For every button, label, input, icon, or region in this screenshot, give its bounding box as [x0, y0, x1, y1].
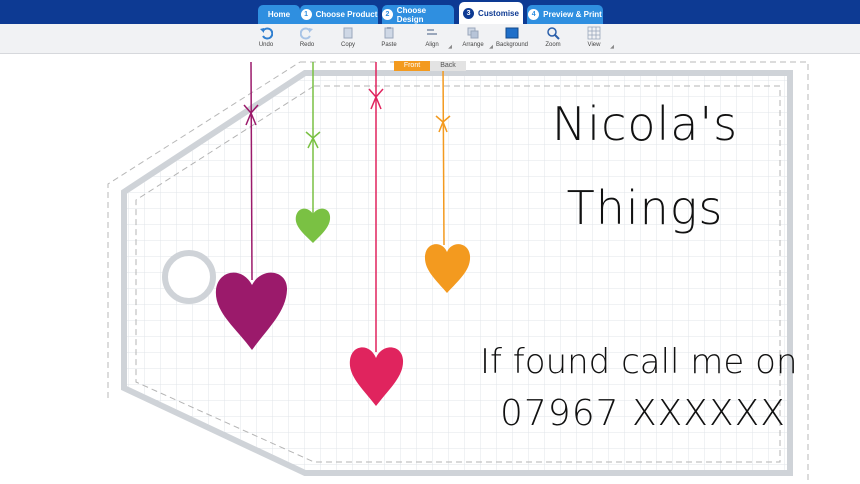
tab-choose-design-label: Choose Design	[396, 5, 427, 24]
background-button[interactable]: Background	[492, 26, 532, 52]
redo-icon	[300, 27, 313, 40]
zoom-button[interactable]: Zoom	[533, 26, 573, 52]
editor-toolbar: Undo Redo Copy Paste Align ◢ Arrange ◢ B…	[0, 24, 860, 54]
tab-customise-label: Customise	[478, 8, 519, 18]
tab-preview-print-label: Preview & Print	[543, 10, 602, 19]
redo-button[interactable]: Redo	[287, 26, 327, 52]
step-number-badge: 3	[463, 7, 475, 19]
tab-choose-product-label: Choose Product	[315, 10, 378, 19]
background-icon	[505, 27, 519, 39]
tag-name-line1[interactable]: Nicola's	[520, 96, 770, 152]
undo-label: Undo	[258, 42, 274, 48]
back-side-button[interactable]: Back	[430, 61, 466, 71]
step-number-badge: 1	[300, 9, 312, 20]
chevron-down-icon: ◢	[610, 44, 614, 50]
copy-icon	[343, 27, 353, 39]
redo-label: Redo	[299, 42, 315, 48]
align-icon	[427, 29, 437, 35]
tab-home[interactable]: Home	[258, 5, 300, 24]
side-switch: Front Back	[394, 61, 466, 71]
arrange-label: Arrange	[462, 42, 484, 48]
tag-hole	[162, 250, 216, 304]
top-nav-bar: Home 1 Choose Product 2 Choose Design 3 …	[0, 0, 860, 24]
tab-choose-product[interactable]: 1 Choose Product	[300, 5, 378, 24]
copy-label: Copy	[340, 42, 355, 48]
string-purple	[250, 61, 253, 281]
tag-contact-line2[interactable]: 07967 XXXXXX	[500, 392, 785, 436]
step-number-badge: 4	[528, 9, 540, 20]
view-icon	[587, 26, 601, 40]
string-orange	[442, 61, 445, 246]
background-label: Background	[495, 42, 529, 48]
zoom-icon	[547, 27, 560, 40]
tag-contact-line1[interactable]: If found call me on	[480, 340, 798, 384]
undo-icon	[260, 27, 273, 40]
step-number-badge: 2	[382, 9, 393, 20]
copy-button[interactable]: Copy	[328, 26, 368, 52]
tab-preview-print[interactable]: 4 Preview & Print	[527, 5, 603, 24]
zoom-label: Zoom	[545, 42, 561, 48]
arrange-icon	[467, 27, 479, 39]
align-label: Align	[425, 42, 439, 48]
paste-icon	[384, 27, 394, 39]
design-canvas[interactable]: Nicola's Things If found call me on 0796…	[0, 54, 860, 484]
view-button[interactable]: View ◢	[574, 26, 614, 52]
tab-home-label: Home	[267, 10, 291, 19]
paste-button[interactable]: Paste	[369, 26, 409, 52]
front-side-button[interactable]: Front	[394, 61, 430, 71]
tab-customise[interactable]: 3 Customise	[459, 2, 523, 24]
tag-name-line2[interactable]: Things	[520, 180, 770, 236]
align-button[interactable]: Align ◢	[412, 26, 452, 52]
view-label: View	[587, 42, 601, 48]
chevron-down-icon: ◢	[448, 44, 452, 50]
tab-choose-design[interactable]: 2 Choose Design	[382, 5, 454, 24]
arrange-button[interactable]: Arrange ◢	[453, 26, 493, 52]
paste-label: Paste	[381, 42, 397, 48]
undo-button[interactable]: Undo	[246, 26, 286, 52]
